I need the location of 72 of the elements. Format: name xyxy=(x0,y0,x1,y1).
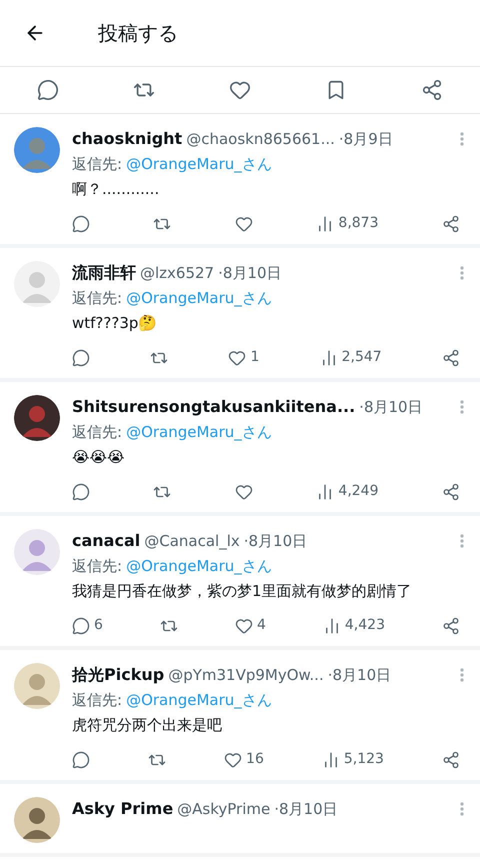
reply-label: 返信先: xyxy=(72,288,122,309)
like-button[interactable] xyxy=(234,482,253,500)
reply-label: 返信先: xyxy=(72,690,122,711)
more-icon xyxy=(460,668,464,682)
user-handle: @pYm31Vp9MyOw... xyxy=(168,665,324,686)
user-name: Shitsurensongtakusankiitena... xyxy=(72,396,356,418)
user-handle: @chaoskn865661... xyxy=(186,129,335,150)
share-icon xyxy=(421,79,443,101)
share-icon xyxy=(442,616,460,634)
share-button[interactable] xyxy=(442,482,460,500)
reply-button[interactable] xyxy=(72,214,90,232)
like-icon xyxy=(234,214,253,232)
post-date: ·8月10日 xyxy=(218,263,282,284)
post-text: 😭😭😭 xyxy=(72,448,125,466)
page-title: 投稿する xyxy=(98,20,178,47)
reply-icon xyxy=(72,750,90,768)
share-button[interactable] xyxy=(442,214,460,232)
post-text: 我猜是円香在做梦，紫の梦1里面就有做梦的剧情了 xyxy=(72,582,412,600)
share-button[interactable] xyxy=(442,616,460,634)
like-button[interactable]: 1 xyxy=(228,347,260,368)
like-button[interactable] xyxy=(234,214,253,232)
reply-button[interactable] xyxy=(72,482,90,500)
user-name: 拾光Pickup xyxy=(72,664,164,686)
like-icon xyxy=(224,750,242,768)
post-date: ·8月10日 xyxy=(328,665,392,686)
reply-button[interactable] xyxy=(72,348,90,366)
post-text: wtf???3p🤔 xyxy=(72,314,158,332)
views-button[interactable]: 5,123 xyxy=(322,749,384,770)
like-icon xyxy=(234,482,253,500)
reply-icon xyxy=(37,79,59,101)
share-icon xyxy=(442,348,460,366)
user-name: 流雨非轩 xyxy=(72,262,136,284)
more-icon xyxy=(460,534,464,548)
share-button[interactable] xyxy=(442,750,460,768)
post-text: 虎符咒分两个出来是吧 xyxy=(72,716,222,734)
post-date: ·8月9日 xyxy=(338,129,393,150)
like-icon xyxy=(234,616,253,634)
reply-label: 返信先: xyxy=(72,556,122,577)
reply-icon xyxy=(72,214,90,232)
user-handle: @lzx6527 xyxy=(140,263,214,284)
views-button[interactable]: 4,423 xyxy=(322,615,385,636)
like-button[interactable]: 4 xyxy=(234,615,266,636)
user-name: chaosknight xyxy=(72,128,182,150)
post-text: 啊？............ xyxy=(72,180,160,198)
more-icon xyxy=(460,400,464,414)
user-name: canacal xyxy=(72,530,140,552)
reply-icon xyxy=(72,482,90,500)
user-name: Asky Prime xyxy=(72,798,174,820)
like-icon xyxy=(228,348,246,366)
reply-button[interactable]: 6 xyxy=(72,615,103,636)
reply-label: 返信先: xyxy=(72,154,122,175)
reply-icon xyxy=(72,616,90,634)
post-date: ·8月10日 xyxy=(274,799,338,820)
post-date: ·8月10日 xyxy=(244,531,308,552)
heart-icon xyxy=(229,79,251,101)
views-button[interactable]: 8,873 xyxy=(316,213,378,234)
user-handle: @AskyPrime xyxy=(177,799,270,820)
views-button[interactable]: 4,249 xyxy=(316,481,378,502)
post-date: ·8月10日 xyxy=(359,397,423,418)
share-icon xyxy=(442,214,460,232)
reply-button[interactable] xyxy=(72,750,90,768)
share-icon xyxy=(442,482,460,500)
user-handle: @Canacal_lx xyxy=(144,531,240,552)
share-button[interactable] xyxy=(442,348,460,366)
share-icon xyxy=(442,750,460,768)
more-icon xyxy=(460,266,464,280)
more-icon xyxy=(460,132,464,146)
reply-label: 返信先: xyxy=(72,422,122,443)
like-button[interactable]: 16 xyxy=(224,749,264,770)
views-button[interactable]: 2,547 xyxy=(320,347,382,368)
reply-icon xyxy=(72,348,90,366)
more-icon xyxy=(460,802,464,816)
